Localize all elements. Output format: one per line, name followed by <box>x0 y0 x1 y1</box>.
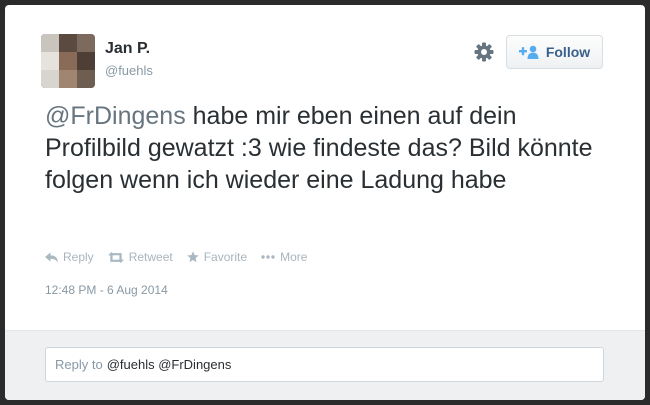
more-label: More <box>280 250 308 264</box>
user-handle[interactable]: @fuehls <box>105 63 153 78</box>
follow-button-label: Follow <box>545 44 591 60</box>
favorite-label: Favorite <box>203 250 248 264</box>
reply-label: Reply <box>63 250 94 264</box>
retweet-label: Retweet <box>128 250 173 264</box>
retweet-icon <box>107 251 124 263</box>
reply-button[interactable]: Reply <box>45 250 94 264</box>
more-dots-icon <box>261 255 275 259</box>
reply-prefix: Reply to <box>55 357 103 372</box>
favorite-button[interactable]: Favorite <box>187 250 247 264</box>
follow-button[interactable]: Follow <box>506 35 603 69</box>
add-user-icon <box>518 45 539 59</box>
retweet-button[interactable]: Retweet <box>107 250 173 264</box>
reply-input[interactable]: Reply to @fuehls @FrDingens <box>45 347 604 382</box>
gear-icon[interactable] <box>473 41 495 63</box>
tweet-timestamp[interactable]: 12:48 PM - 6 Aug 2014 <box>45 283 168 297</box>
tweet-actions: Reply Retweet Favorite More <box>45 249 307 265</box>
tweet-card: Jan P. @fuehls Follow @FrDingens habe mi… <box>5 5 645 400</box>
tweet-text: @FrDingens habe mir eben einen auf dein … <box>45 100 605 196</box>
reply-recipients: @fuehls @FrDingens <box>106 357 232 372</box>
more-button[interactable]: More <box>261 250 307 264</box>
star-icon <box>187 251 199 263</box>
reply-footer: Reply to @fuehls @FrDingens <box>5 330 645 400</box>
avatar[interactable] <box>41 34 95 88</box>
user-name[interactable]: Jan P. <box>105 40 150 58</box>
mention-link[interactable]: @FrDingens <box>45 102 186 130</box>
reply-icon <box>45 252 58 263</box>
